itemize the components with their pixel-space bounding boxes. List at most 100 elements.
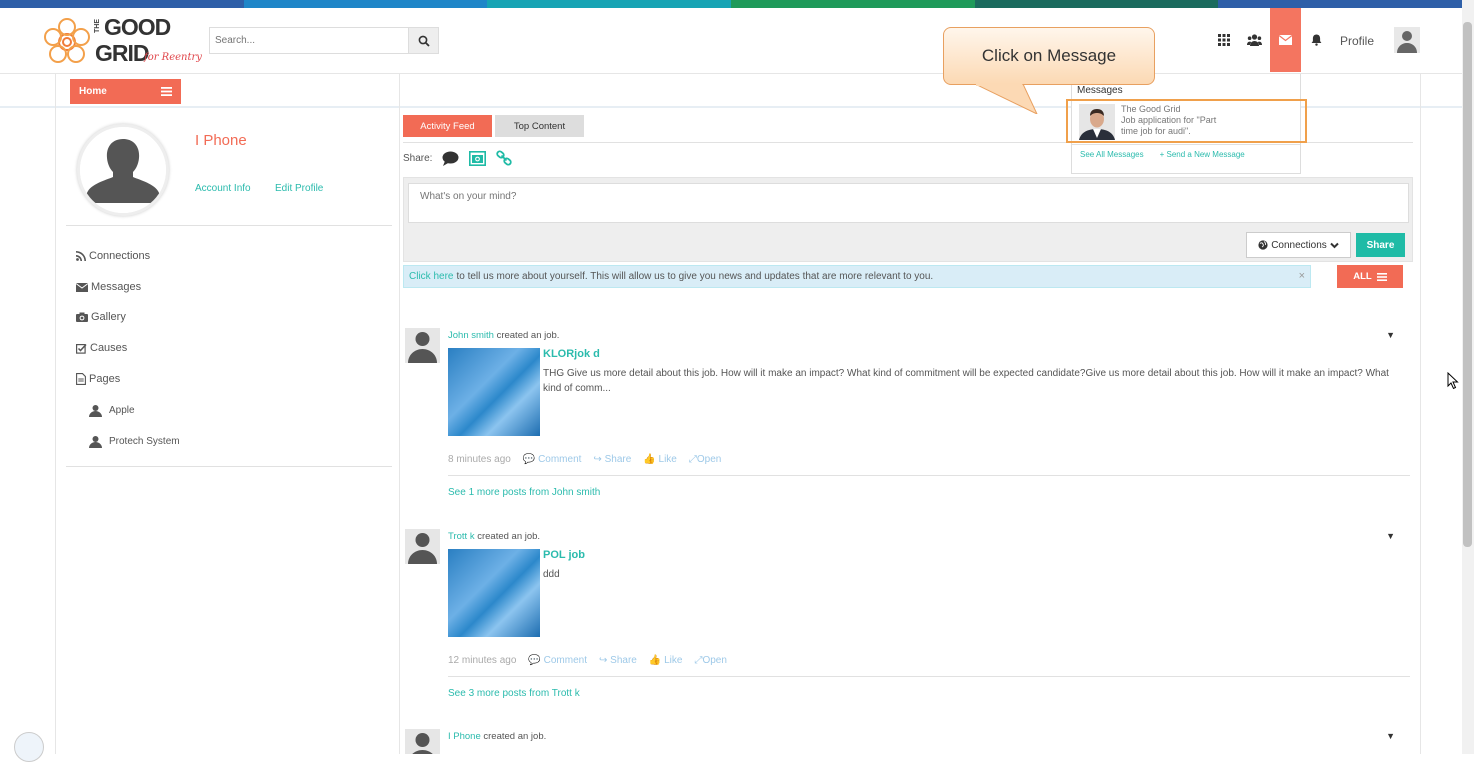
hamburger-icon — [161, 87, 172, 96]
content-divider — [399, 74, 400, 754]
share-post-button[interactable]: Share — [1356, 233, 1405, 257]
post-author-link[interactable]: John smith — [448, 330, 494, 341]
edit-profile-link[interactable]: Edit Profile — [275, 183, 323, 194]
users-icon — [1247, 34, 1262, 46]
user-silhouette-icon — [80, 127, 166, 213]
filter-all-button[interactable]: ALL — [1337, 265, 1403, 288]
post-thumbnail[interactable] — [448, 549, 540, 637]
click-here-link[interactable]: Click here — [409, 271, 453, 282]
thumbs-up-icon: 👍 — [643, 454, 656, 465]
open-button[interactable]: ⤢Open — [694, 655, 726, 666]
post-author-link[interactable]: Trott k — [448, 531, 475, 542]
tab-top-content[interactable]: Top Content — [495, 115, 584, 137]
notifications-button[interactable] — [1301, 8, 1332, 72]
photo-icon[interactable] — [469, 150, 487, 166]
see-all-messages-link[interactable]: See All Messages — [1080, 150, 1144, 159]
account-info-link[interactable]: Account Info — [195, 183, 251, 194]
filter-label: ALL — [1353, 271, 1372, 282]
rss-icon — [76, 251, 86, 261]
profile-info-alert: Click here to tell us more about yoursel… — [403, 265, 1311, 288]
send-new-message-link[interactable]: + Send a New Message — [1160, 150, 1245, 159]
share-action-button[interactable]: ↪ Share — [593, 454, 631, 465]
post-text: ddd — [543, 569, 560, 580]
scrollbar-thumb[interactable] — [1463, 22, 1472, 547]
home-menu-button[interactable]: Home — [70, 79, 181, 104]
post-author-link[interactable]: I Phone — [448, 731, 481, 742]
sidebar-item-gallery[interactable]: Gallery — [76, 311, 126, 323]
share-arrow-icon: ↪ — [593, 454, 602, 465]
feed-post: John smith created an job. ▼ KLORjok d T… — [403, 328, 1413, 508]
sidebar-item-connections[interactable]: Connections — [76, 250, 150, 262]
site-logo[interactable]: THE GOOD GRID for Reentry — [40, 12, 210, 72]
share-label: Share: — [403, 152, 433, 164]
sidebar-item-label: Gallery — [91, 311, 126, 323]
grid-icon — [1217, 34, 1230, 46]
post-thumbnail[interactable] — [448, 348, 540, 436]
chat-widget-icon[interactable] — [14, 732, 44, 762]
status-textarea[interactable] — [408, 183, 1409, 223]
profile-link[interactable]: Profile — [1340, 34, 1374, 48]
chat-bubble-icon[interactable] — [442, 151, 459, 166]
like-button[interactable]: 👍 Like — [649, 655, 683, 666]
top-header: THE GOOD GRID for Reentry Profile — [0, 8, 1462, 74]
apps-button[interactable] — [1208, 8, 1239, 72]
bell-icon — [1311, 34, 1322, 46]
open-button[interactable]: ⤢Open — [689, 454, 721, 465]
post-meta: 12 minutes ago 💬 Comment ↪ Share 👍 Like … — [448, 655, 727, 666]
sidebar-page-apple[interactable]: Apple — [89, 404, 135, 417]
tab-label: Top Content — [513, 120, 566, 132]
search-bar — [209, 27, 439, 54]
post-author-avatar[interactable] — [405, 729, 440, 754]
post-options-caret-icon[interactable]: ▼ — [1386, 731, 1395, 741]
sidebar-item-causes[interactable]: Causes — [76, 342, 127, 354]
sidebar-page-label: Apple — [109, 405, 135, 416]
checkbox-icon — [76, 343, 87, 354]
globe-icon — [1258, 240, 1268, 250]
see-more-posts-link[interactable]: See 1 more posts from John smith — [448, 487, 600, 498]
page-scrollbar[interactable] — [1462, 0, 1474, 754]
share-label: Share — [604, 454, 632, 465]
logo-good: GOOD — [104, 14, 171, 40]
user-icon — [89, 436, 102, 448]
share-button-label: Share — [1366, 239, 1395, 251]
chevron-down-icon — [1330, 242, 1339, 248]
post-options-caret-icon[interactable]: ▼ — [1386, 531, 1395, 541]
open-label: Open — [696, 454, 722, 465]
share-type-row: Share: — [403, 150, 513, 166]
comment-button[interactable]: 💬 Comment — [528, 655, 587, 666]
messages-button[interactable] — [1270, 8, 1301, 72]
sidebar-page-label: Protech System — [109, 436, 180, 447]
post-author-avatar[interactable] — [405, 328, 440, 363]
like-button[interactable]: 👍 Like — [643, 454, 677, 465]
post-author-avatar[interactable] — [405, 529, 440, 564]
connections-button[interactable] — [1239, 8, 1270, 72]
audience-dropdown[interactable]: Connections — [1246, 232, 1351, 258]
post-divider — [448, 676, 1410, 677]
profile-avatar[interactable] — [77, 124, 169, 216]
tab-activity-feed[interactable]: Activity Feed — [403, 115, 492, 137]
sidebar-item-messages[interactable]: Messages — [76, 281, 141, 293]
link-icon[interactable] — [496, 150, 513, 166]
open-label: Open — [702, 655, 727, 666]
post-title[interactable]: POL job — [543, 549, 585, 561]
post-title[interactable]: KLORjok d — [543, 348, 600, 360]
post-options-caret-icon[interactable]: ▼ — [1386, 330, 1395, 340]
header-nav-icons — [1208, 8, 1332, 72]
instruction-callout: Click on Message — [943, 27, 1155, 85]
comment-button[interactable]: 💬 Comment — [523, 454, 582, 465]
logo-the: THE — [94, 19, 101, 33]
sidebar-divider-bottom — [66, 466, 392, 467]
share-action-button[interactable]: ↪ Share — [599, 655, 637, 666]
close-icon[interactable]: × — [1299, 270, 1305, 282]
header-avatar[interactable] — [1394, 27, 1420, 53]
see-more-posts-link[interactable]: See 3 more posts from Trott k — [448, 688, 580, 699]
user-silhouette-icon — [408, 533, 437, 564]
search-input[interactable] — [210, 28, 408, 53]
search-button[interactable] — [408, 28, 438, 53]
mouse-cursor-icon — [1447, 372, 1459, 390]
post-divider — [448, 475, 1410, 476]
info-text: to tell us more about yourself. This wil… — [456, 271, 934, 282]
sidebar-page-protech-system[interactable]: Protech System — [89, 435, 180, 448]
logo-grid: GRID — [95, 40, 149, 66]
sidebar-item-pages[interactable]: Pages — [76, 373, 120, 385]
